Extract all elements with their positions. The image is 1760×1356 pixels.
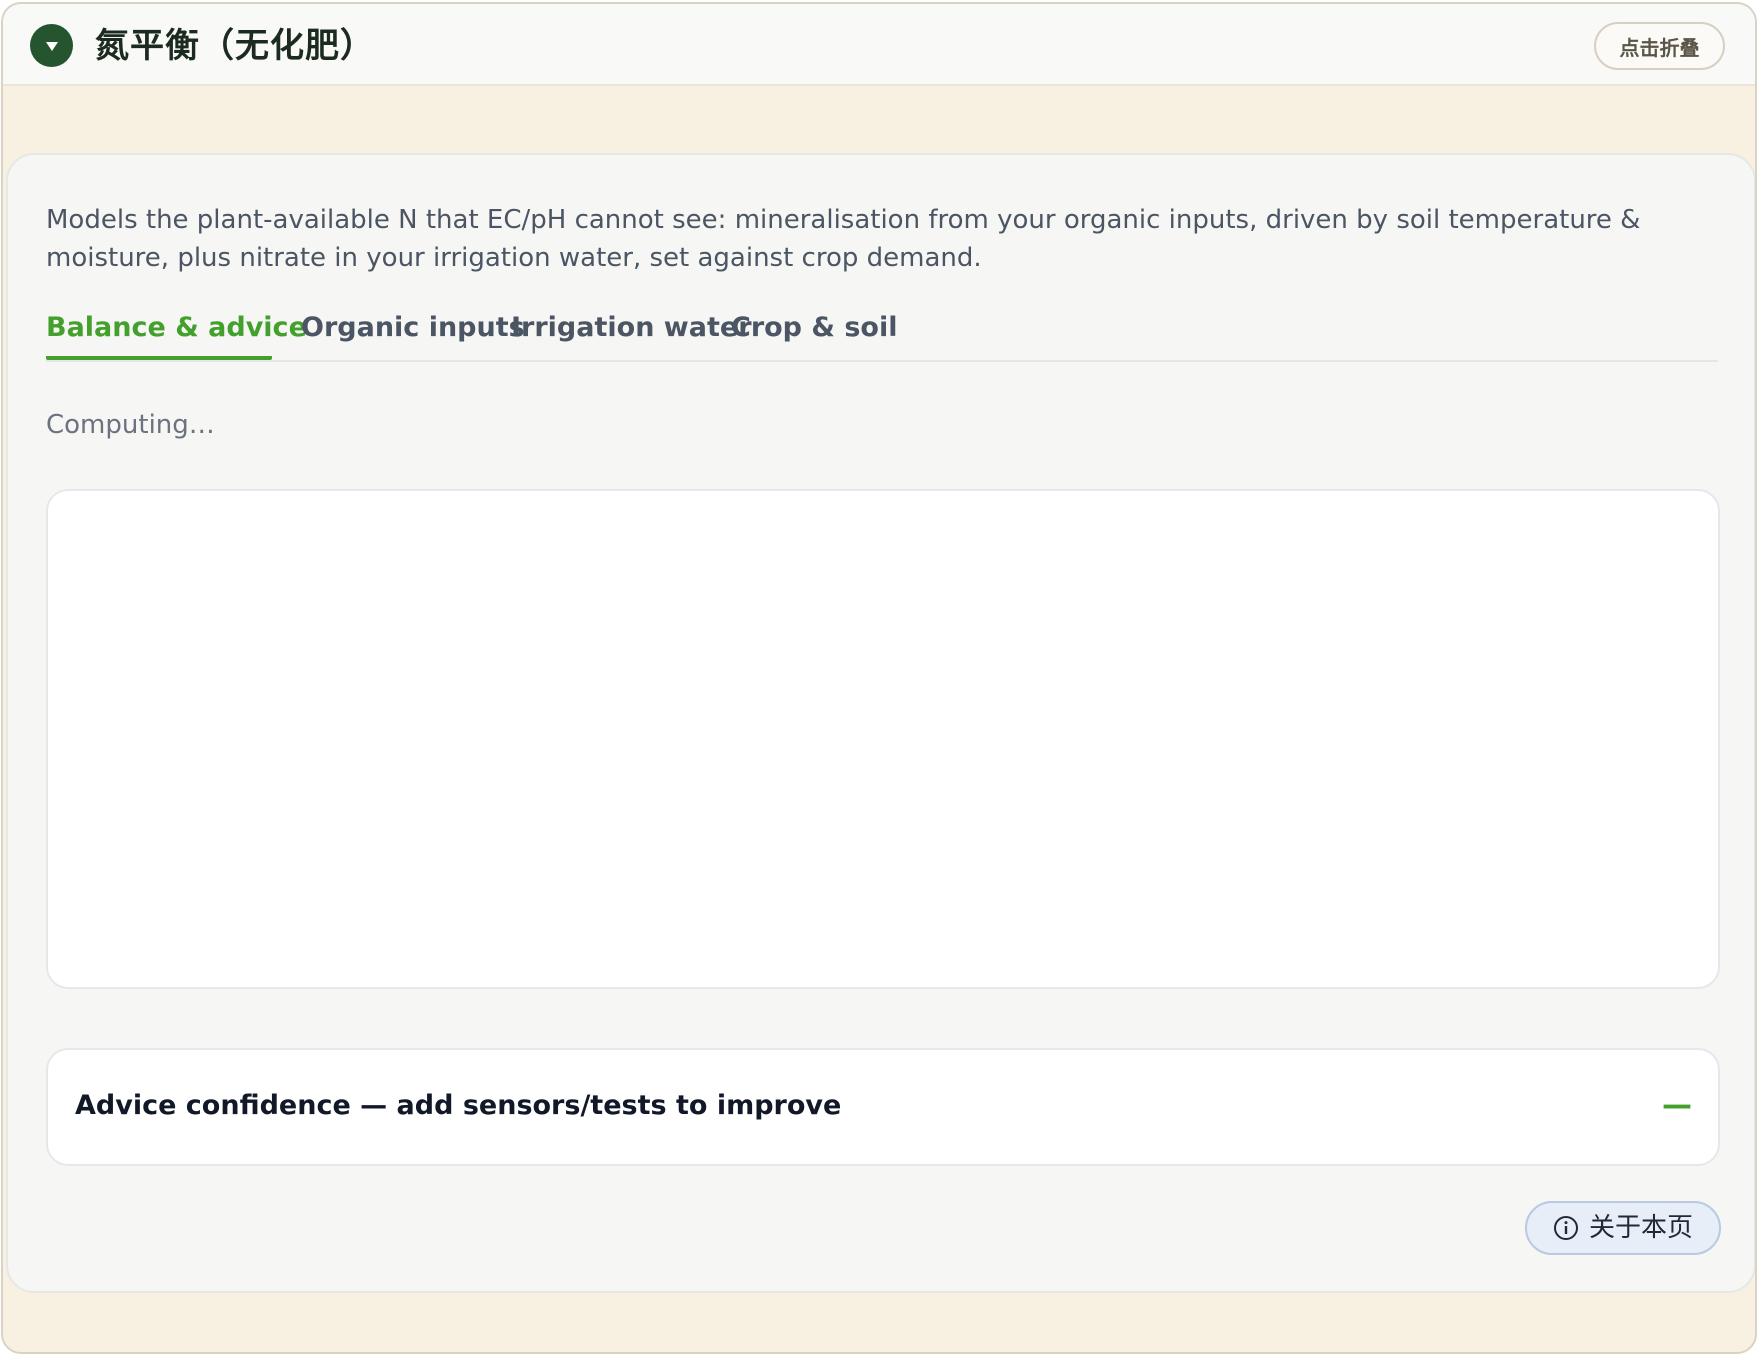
about-page-label: 关于本页 [1588, 1213, 1693, 1243]
nitrogen-balance-card: Models the plant-available N that EC/pH … [6, 153, 1755, 1293]
fold-button[interactable]: 点击折叠 [1594, 22, 1725, 70]
panel-header: 氮平衡（无化肥） 点击折叠 [3, 4, 1755, 86]
panel-title: 氮平衡（无化肥） [95, 26, 375, 66]
advice-confidence-toggle[interactable]: Advice confidence — add sensors/tests to… [46, 1048, 1720, 1166]
confidence-value: — [1662, 1088, 1692, 1123]
result-area [46, 489, 1720, 989]
confidence-title: Advice confidence — add sensors/tests to… [75, 1090, 842, 1121]
panel-frame: 氮平衡（无化肥） 点击折叠 Models the plant-available… [1, 2, 1757, 1354]
tab-irrigation-water[interactable]: Irrigation water [511, 298, 752, 360]
tab-organic-inputs[interactable]: Organic inputs [301, 298, 525, 360]
collapse-toggle-button[interactable] [30, 24, 73, 67]
panel-description: Models the plant-available N that EC/pH … [46, 205, 1641, 273]
tab-crop-soil[interactable]: Crop & soil [731, 298, 897, 360]
info-icon [1553, 1216, 1578, 1240]
about-page-button[interactable]: 关于本页 [1525, 1201, 1721, 1255]
triangle-down-icon [45, 41, 58, 51]
status-text: Computing… [46, 410, 215, 440]
tab-bar: Balance & advice Organic inputs Irrigati… [46, 298, 1718, 362]
tab-balance-advice[interactable]: Balance & advice [46, 298, 307, 360]
